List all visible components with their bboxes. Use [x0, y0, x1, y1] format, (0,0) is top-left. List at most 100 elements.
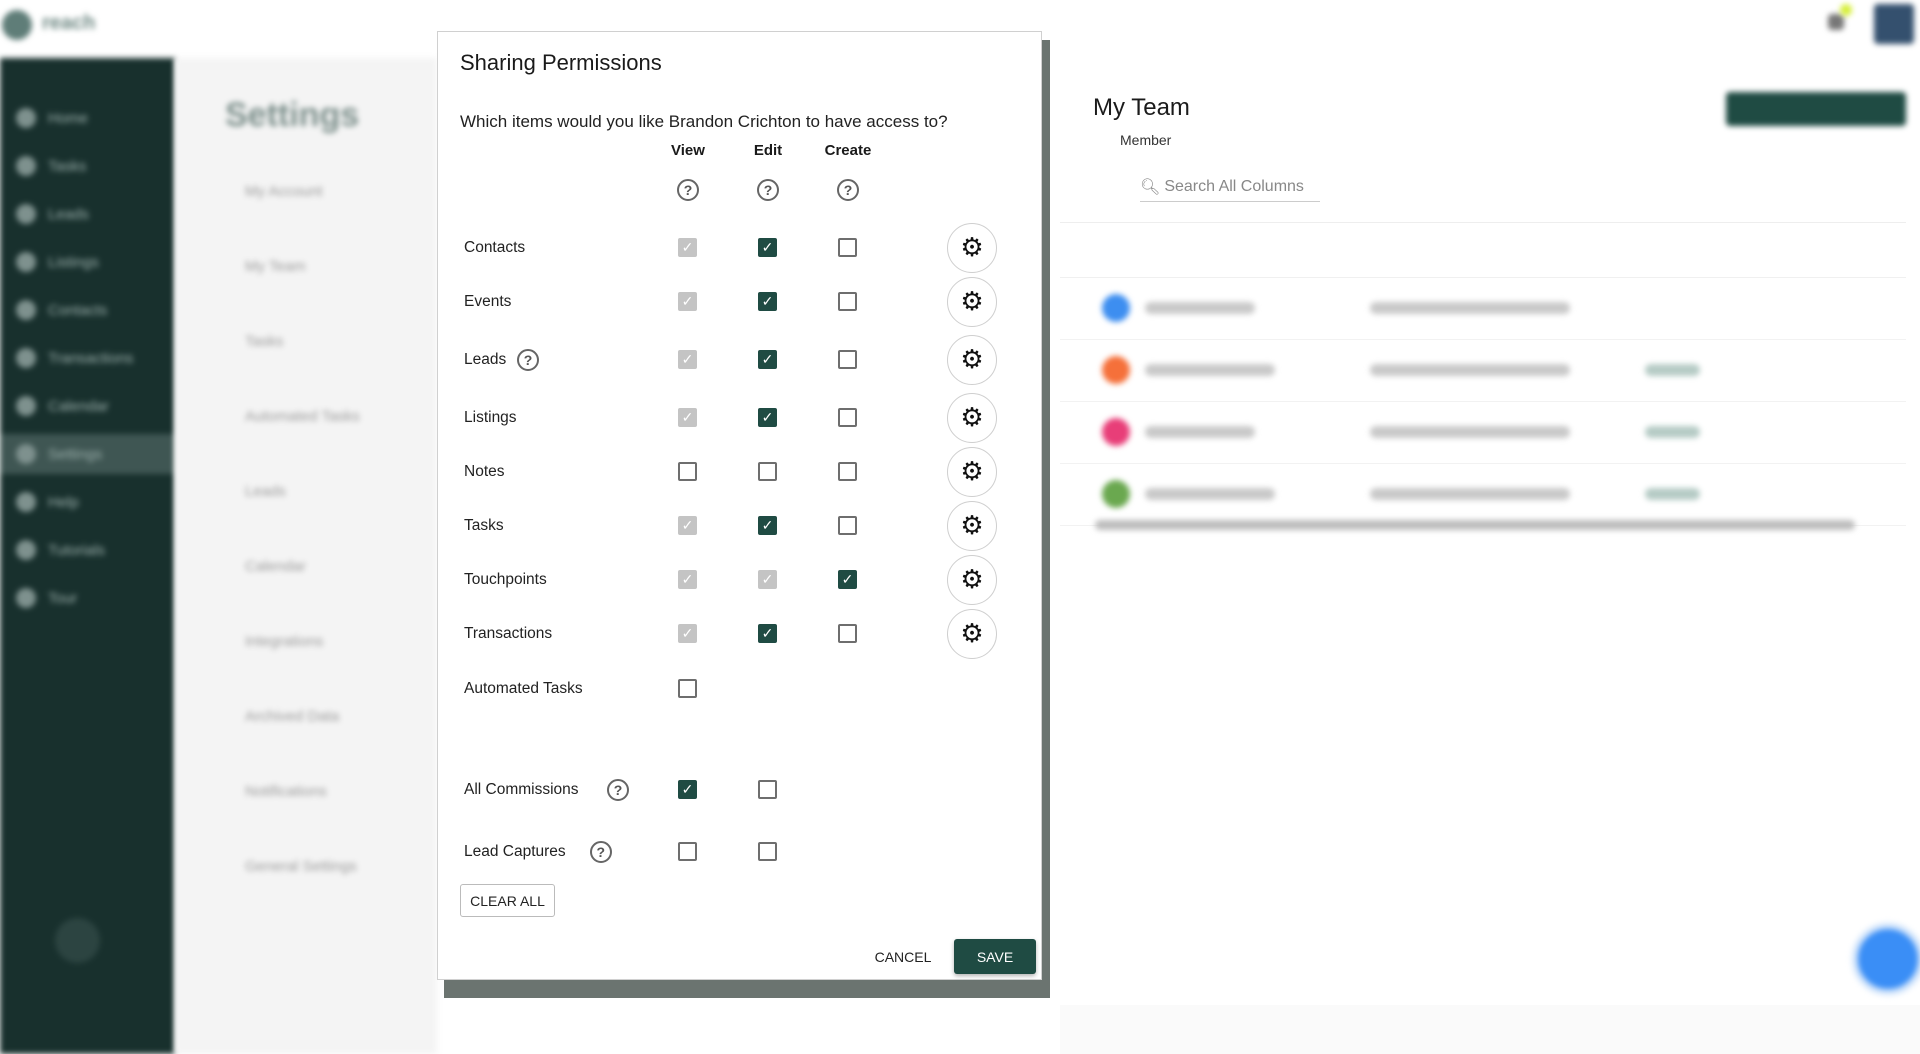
settings-item[interactable]: Archived Data — [245, 708, 435, 728]
leads-settings-gear-icon[interactable]: ⚙︎ — [947, 335, 997, 385]
settings-item[interactable]: Notifications — [245, 783, 435, 803]
lead-captures-help-icon[interactable]: ? — [589, 841, 612, 863]
transactions-settings-gear-icon[interactable]: ⚙︎ — [947, 609, 997, 659]
notes-settings-gear-icon[interactable]: ⚙︎ — [947, 447, 997, 497]
leads-edit-checkbox[interactable]: ✓ — [758, 350, 777, 369]
sidebar-item-label: Leads — [48, 205, 89, 223]
settings-item[interactable]: Tasks — [245, 333, 435, 353]
edit-help-icon[interactable]: ? — [757, 179, 779, 201]
settings-item[interactable]: Integrations — [245, 633, 435, 653]
table-row[interactable] — [1060, 340, 1906, 402]
user-avatar[interactable] — [1874, 4, 1914, 44]
settings-item[interactable]: Leads — [245, 483, 435, 503]
save-button[interactable]: SAVE — [954, 939, 1036, 974]
settings-item[interactable]: My Team — [245, 258, 435, 278]
transactions-create-checkbox[interactable] — [838, 624, 857, 643]
horizontal-scrollbar[interactable] — [1095, 520, 1855, 530]
leads-view-checkbox: ✓ — [678, 350, 697, 369]
member-name — [1145, 302, 1255, 314]
all-commissions-help-icon[interactable]: ? — [607, 779, 629, 801]
leads-help-icon[interactable]: ? — [517, 349, 539, 371]
invite-member-button[interactable] — [1726, 92, 1906, 126]
create-help-icon[interactable]: ? — [837, 179, 859, 201]
touchpoints-create-checkbox[interactable]: ✓ — [838, 570, 857, 589]
leads-icon — [16, 204, 36, 224]
all-commissions-edit-checkbox[interactable] — [758, 780, 777, 799]
sidebar-item-label: Tutorials — [48, 541, 105, 559]
sidebar-item-settings[interactable]: Settings — [0, 434, 175, 474]
member-avatar — [1102, 294, 1130, 322]
calendar-icon — [16, 396, 36, 416]
tasks-create-checkbox[interactable] — [838, 516, 857, 535]
all-commissions-view-checkbox[interactable]: ✓ — [678, 780, 697, 799]
tasks-settings-gear-icon[interactable]: ⚙︎ — [947, 501, 997, 551]
contacts-edit-checkbox[interactable]: ✓ — [758, 238, 777, 257]
notification-bell-icon[interactable] — [1828, 14, 1844, 30]
sidebar-item-leads[interactable]: Leads — [12, 194, 172, 234]
sidebar-item-tutorials[interactable]: Tutorials — [12, 530, 172, 570]
notes-edit-checkbox[interactable] — [758, 462, 777, 481]
sidebar-item-label: Listings — [48, 253, 99, 271]
settings-item[interactable]: My Account — [245, 183, 435, 203]
settings-gear-icon[interactable] — [55, 918, 100, 963]
listings-icon — [16, 252, 36, 272]
settings-item[interactable]: Automated Tasks — [245, 408, 435, 428]
sidebar-item-tasks[interactable]: Tasks — [12, 146, 172, 186]
column-header-edit: Edit — [753, 142, 783, 159]
listings-create-checkbox[interactable] — [838, 408, 857, 427]
member-avatar — [1102, 480, 1130, 508]
events-edit-checkbox[interactable]: ✓ — [758, 292, 777, 311]
dialog-title: Sharing Permissions — [460, 50, 662, 75]
row-label-contacts: Contacts — [464, 239, 526, 256]
cancel-button[interactable]: CANCEL — [858, 940, 948, 974]
sidebar-item-label: Help — [48, 493, 79, 511]
sidebar-item-transactions[interactable]: Transactions — [12, 338, 172, 378]
search-icon: 🔍︎ — [1140, 178, 1161, 196]
chat-widget-button[interactable] — [1852, 923, 1920, 995]
my-team-title: My Team — [1093, 94, 1190, 121]
notes-view-checkbox[interactable] — [678, 462, 697, 481]
column-header-member[interactable]: Member — [1120, 132, 1171, 148]
settings-title: Settings — [225, 96, 360, 134]
table-row[interactable] — [1060, 278, 1906, 340]
row-label-transactions: Transactions — [464, 625, 553, 642]
sidebar-item-calendar[interactable]: Calendar — [12, 386, 172, 426]
settings-item[interactable]: General Settings — [245, 858, 435, 878]
contacts-icon — [16, 300, 36, 320]
member-name — [1145, 488, 1275, 500]
help-icon — [16, 492, 36, 512]
automated-tasks-view-checkbox[interactable] — [678, 679, 697, 698]
notes-create-checkbox[interactable] — [838, 462, 857, 481]
listings-edit-checkbox[interactable]: ✓ — [758, 408, 777, 427]
view-help-icon[interactable]: ? — [677, 179, 699, 201]
settings-item[interactable]: Calendar — [245, 558, 435, 578]
member-name — [1145, 364, 1275, 376]
sidebar-item-listings[interactable]: Listings — [12, 242, 172, 282]
events-create-checkbox[interactable] — [838, 292, 857, 311]
sidebar-item-contacts[interactable]: Contacts — [12, 290, 172, 330]
lead-captures-edit-checkbox[interactable] — [758, 842, 777, 861]
listings-view-checkbox: ✓ — [678, 408, 697, 427]
listings-settings-gear-icon[interactable]: ⚙︎ — [947, 393, 997, 443]
contacts-create-checkbox[interactable] — [838, 238, 857, 257]
sidebar-item-help[interactable]: Help — [12, 482, 172, 522]
sidebar-item-home[interactable]: Home — [12, 98, 172, 138]
events-settings-gear-icon[interactable]: ⚙︎ — [947, 277, 997, 327]
sidebar-item-tour[interactable]: Tour — [12, 578, 172, 618]
tasks-edit-checkbox[interactable]: ✓ — [758, 516, 777, 535]
table-row[interactable] — [1060, 464, 1906, 526]
sidebar-item-label: Home — [48, 109, 89, 127]
my-team-panel: My Team 🔍︎ Search All Columns Member — [1060, 58, 1920, 1005]
contacts-settings-gear-icon[interactable]: ⚙︎ — [947, 223, 997, 273]
lead-captures-view-checkbox[interactable] — [678, 842, 697, 861]
row-label-listings: Listings — [464, 409, 517, 426]
leads-create-checkbox[interactable] — [838, 350, 857, 369]
table-row[interactable] — [1060, 402, 1906, 464]
tour-icon — [16, 588, 36, 608]
touchpoints-settings-gear-icon[interactable]: ⚙︎ — [947, 555, 997, 605]
clear-all-button[interactable]: CLEAR ALL — [460, 884, 555, 917]
search-input[interactable]: 🔍︎ Search All Columns — [1140, 172, 1320, 202]
sidebar-item-label: Tour — [48, 589, 78, 607]
column-header-create: Create — [824, 142, 872, 159]
transactions-edit-checkbox[interactable]: ✓ — [758, 624, 777, 643]
